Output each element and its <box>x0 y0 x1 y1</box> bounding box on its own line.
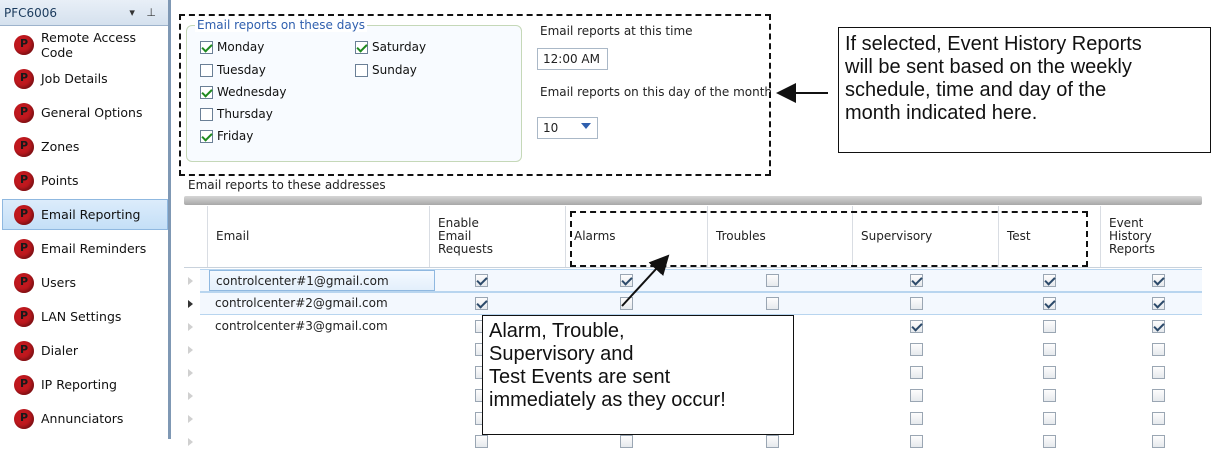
row-selector-icon[interactable] <box>188 438 193 446</box>
arrow-to-event-columns-icon <box>621 254 670 307</box>
callout-arrows <box>621 83 828 307</box>
